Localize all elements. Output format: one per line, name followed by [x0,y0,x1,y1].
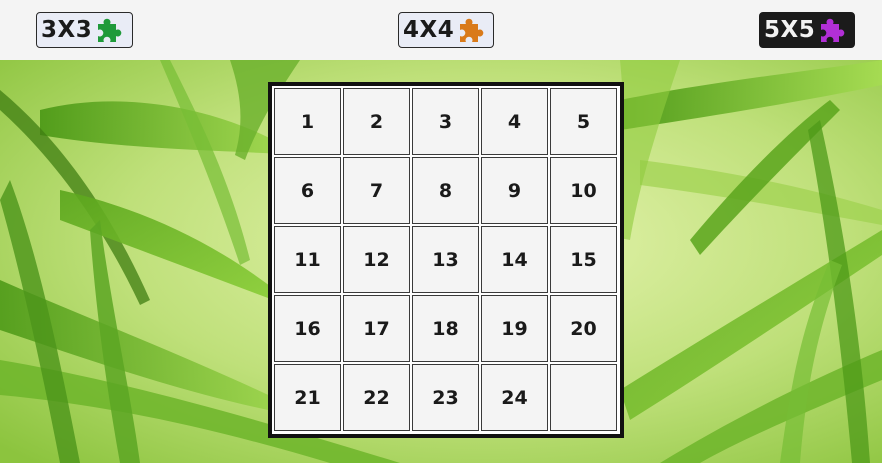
puzzle-tile[interactable]: 1 [274,88,341,155]
puzzle-board: 1 2 3 4 5 6 7 8 9 10 11 12 13 14 15 16 17 18 19 20 21 22 23 24 [268,82,624,438]
top-bar: 3X3 4X4 5X5 [0,0,882,60]
puzzle-piece-icon [815,15,847,45]
puzzle-tile[interactable]: 14 [481,226,548,293]
puzzle-tile[interactable]: 4 [481,88,548,155]
puzzle-tile[interactable]: 12 [343,226,410,293]
size-4x4-button[interactable]: 4X4 [398,12,494,48]
puzzle-piece-icon [92,15,124,45]
puzzle-tile[interactable]: 20 [550,295,617,362]
puzzle-tile[interactable]: 7 [343,157,410,224]
size-3x3-button[interactable]: 3X3 [36,12,133,48]
size-4x4-label: 4X4 [403,16,455,43]
size-3x3-label: 3X3 [41,16,93,43]
puzzle-tile[interactable]: 6 [274,157,341,224]
puzzle-tile[interactable]: 13 [412,226,479,293]
size-5x5-button[interactable]: 5X5 [759,12,855,48]
puzzle-tile[interactable]: 11 [274,226,341,293]
puzzle-tile[interactable]: 8 [412,157,479,224]
puzzle-tile[interactable]: 17 [343,295,410,362]
puzzle-tile[interactable]: 2 [343,88,410,155]
puzzle-tile[interactable]: 16 [274,295,341,362]
puzzle-tile[interactable]: 23 [412,364,479,431]
puzzle-tile[interactable]: 24 [481,364,548,431]
puzzle-tile[interactable]: 15 [550,226,617,293]
puzzle-tile[interactable]: 5 [550,88,617,155]
puzzle-tile[interactable]: 10 [550,157,617,224]
puzzle-tile[interactable]: 9 [481,157,548,224]
size-5x5-label: 5X5 [764,16,816,43]
puzzle-tile[interactable]: 22 [343,364,410,431]
puzzle-piece-icon [454,15,486,45]
puzzle-tile[interactable]: 18 [412,295,479,362]
puzzle-tile[interactable]: 19 [481,295,548,362]
empty-tile[interactable] [550,364,617,431]
puzzle-tile[interactable]: 21 [274,364,341,431]
puzzle-tile[interactable]: 3 [412,88,479,155]
